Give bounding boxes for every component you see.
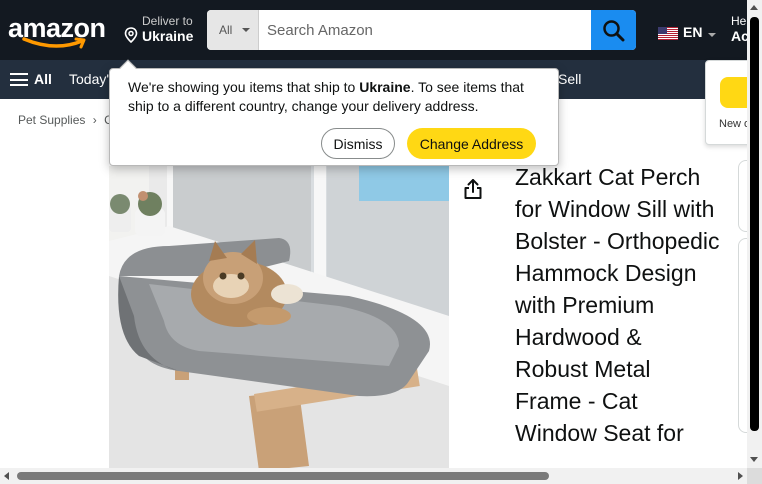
hamburger-icon xyxy=(10,73,28,86)
dismiss-button[interactable]: Dismiss xyxy=(321,128,395,159)
browser-viewport: amazon Deliver to Ukraine All Search Ama… xyxy=(0,0,762,484)
deliver-to[interactable]: Deliver to Ukraine xyxy=(124,14,206,46)
map-pin-icon xyxy=(124,27,138,43)
horizontal-scrollbar[interactable] xyxy=(0,468,762,484)
all-menu-button[interactable]: All xyxy=(10,70,52,89)
chevron-down-icon xyxy=(242,28,250,32)
popover-country: Ukraine xyxy=(359,79,411,95)
vertical-scroll-thumb[interactable] xyxy=(750,17,759,431)
change-address-button[interactable]: Change Address xyxy=(407,128,536,159)
amazon-logo[interactable]: amazon xyxy=(8,12,108,52)
deliver-label: Deliver to xyxy=(142,14,193,28)
search-button[interactable] xyxy=(591,10,636,50)
scroll-down-arrow-icon[interactable] xyxy=(750,457,758,462)
scroll-left-arrow-icon[interactable] xyxy=(4,472,9,480)
language-selector[interactable]: EN xyxy=(658,22,718,40)
search-bar: All xyxy=(207,10,636,50)
language-code: EN xyxy=(683,24,703,40)
popover-message: We're showing you items that ship to Ukr… xyxy=(128,78,548,116)
search-icon xyxy=(603,20,625,42)
breadcrumb-separator: › xyxy=(92,113,97,127)
search-category-label: All xyxy=(219,23,233,37)
buy-box-partial-text: New o xyxy=(719,118,751,130)
chevron-down-icon xyxy=(708,33,716,37)
vertical-scrollbar[interactable] xyxy=(747,0,762,468)
scrollbar-corner xyxy=(747,468,762,484)
logo-smile-icon xyxy=(22,37,86,49)
scroll-up-arrow-icon[interactable] xyxy=(750,5,758,10)
popover-text-before: We're showing you items that ship to xyxy=(128,79,360,95)
top-header: amazon Deliver to Ukraine All Search Ama… xyxy=(0,0,762,60)
search-input[interactable] xyxy=(259,10,591,50)
all-label: All xyxy=(34,71,52,87)
us-flag-icon xyxy=(658,27,678,40)
deliver-country: Ukraine xyxy=(142,28,194,44)
product-main-image[interactable] xyxy=(109,166,449,476)
delivery-location-popover: We're showing you items that ship to Ukr… xyxy=(109,59,559,166)
horizontal-scroll-thumb[interactable] xyxy=(17,472,549,480)
search-category-dropdown[interactable]: All xyxy=(207,10,259,50)
breadcrumb: Pet Supplies › C xyxy=(18,113,113,127)
product-title: Zakkart Cat Perch for Window Sill with B… xyxy=(515,164,720,446)
cat-perch-photo xyxy=(109,166,449,476)
breadcrumb-pet-supplies[interactable]: Pet Supplies xyxy=(18,113,85,127)
nav-link-sell[interactable]: Sell xyxy=(558,70,581,89)
share-icon[interactable] xyxy=(462,177,484,201)
scroll-right-arrow-icon[interactable] xyxy=(738,472,743,480)
